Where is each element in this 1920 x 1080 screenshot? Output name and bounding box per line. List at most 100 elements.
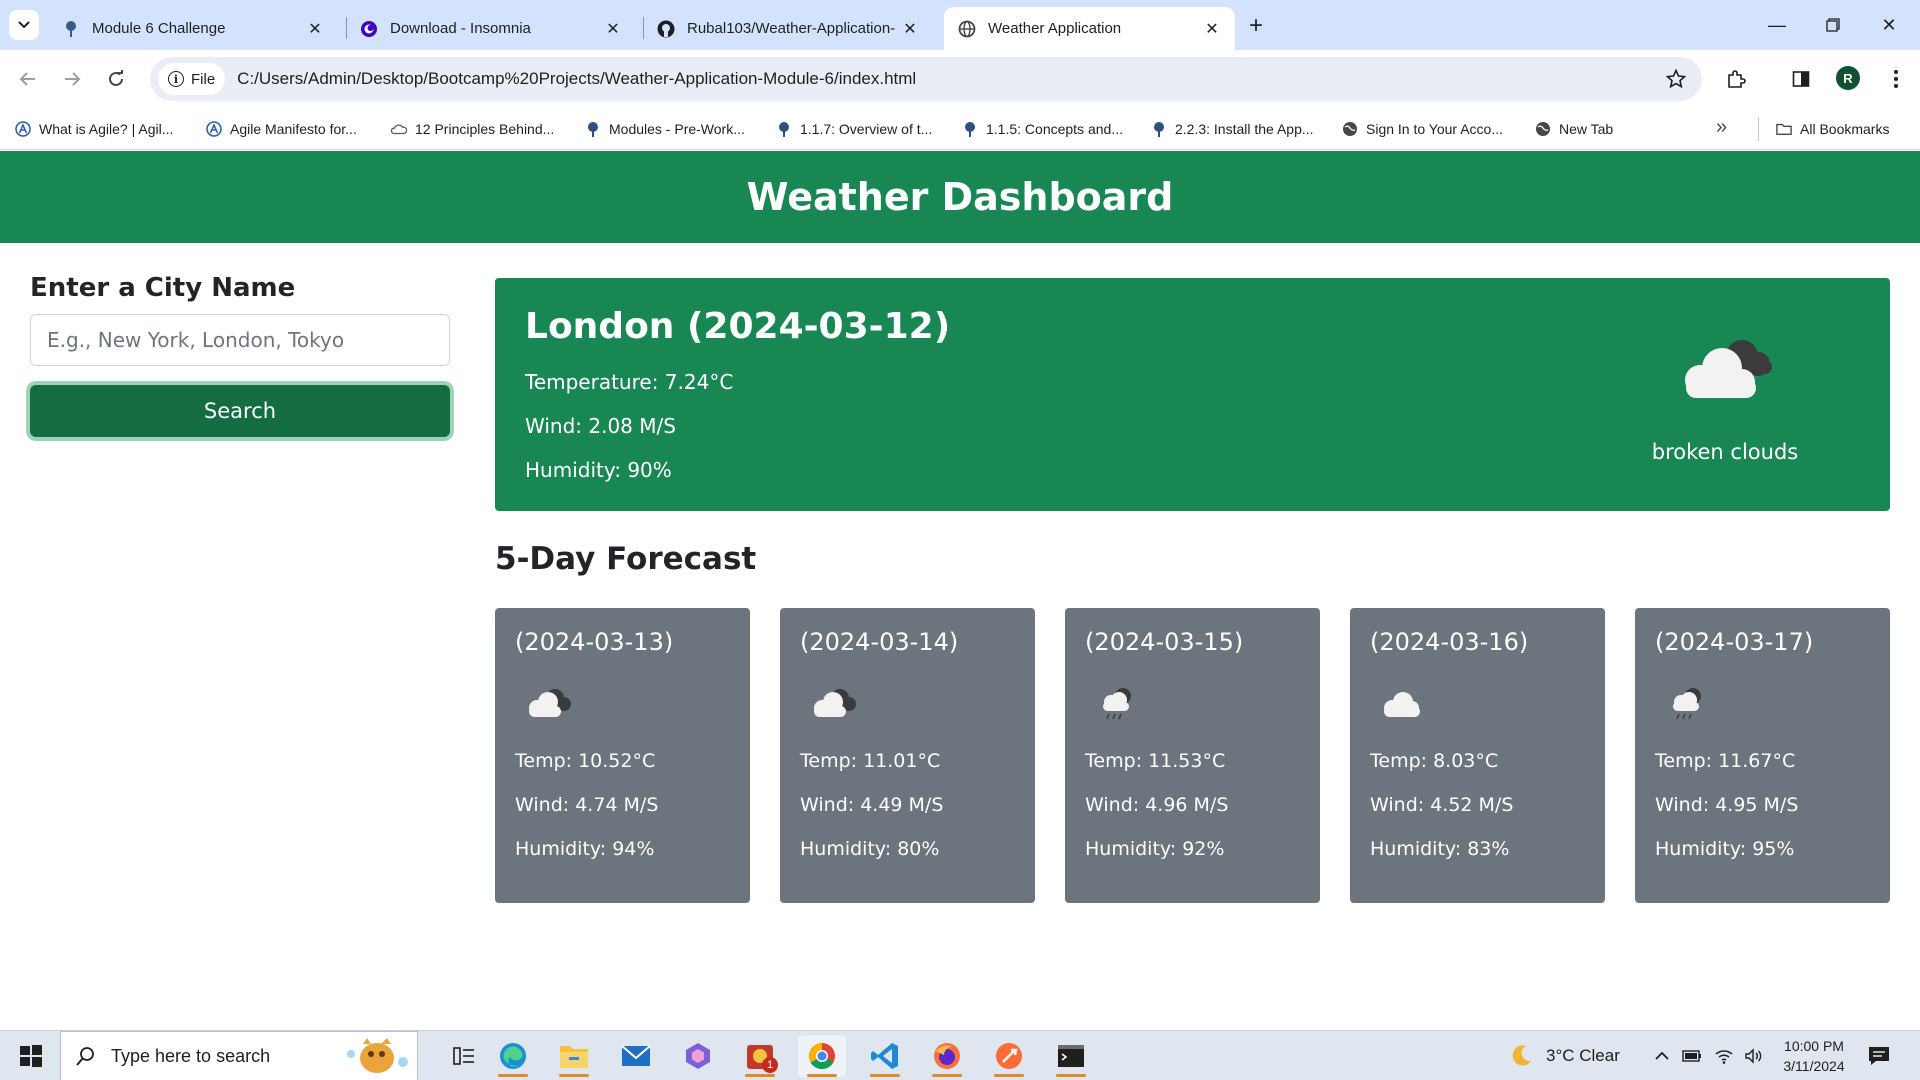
bookmark-item[interactable]: Modules - Pre-Work... (585, 117, 745, 141)
current-temperature: Temperature: 7.24°C (525, 370, 734, 394)
notifications-button[interactable] (1868, 1031, 1890, 1080)
reload-icon (109, 70, 123, 86)
side-panel-button[interactable] (1785, 63, 1817, 95)
taskbar-app-vscode[interactable] (861, 1035, 909, 1077)
minimize-icon: — (1768, 14, 1786, 35)
battery-indicator[interactable] (1682, 1031, 1702, 1080)
forecast-card: (2024-03-14) Temp: 11.01°C Wind: 4.49 M/… (780, 608, 1035, 903)
close-icon[interactable]: ✕ (901, 20, 919, 38)
all-bookmarks-button[interactable]: All Bookmarks (1776, 117, 1889, 141)
chevron-up-icon (1655, 1051, 1669, 1060)
taskbar-app-store[interactable]: 1 (736, 1035, 784, 1077)
network-indicator[interactable] (1714, 1031, 1734, 1080)
edge-icon (500, 1043, 526, 1069)
forecast-temp: Temp: 11.53°C (1085, 750, 1226, 772)
tab-weather-application[interactable]: Weather Application ✕ (944, 7, 1235, 50)
tab-title: Weather Application (988, 20, 1122, 37)
tab-search-button[interactable] (9, 10, 39, 40)
address-bar[interactable]: i File C:/Users/Admin/Desktop/Bootcamp%2… (150, 57, 1702, 101)
mail-icon (621, 1045, 651, 1066)
taskbar-app-chrome[interactable] (798, 1035, 846, 1077)
bookmark-item[interactable]: Sign In to Your Acco... (1342, 117, 1503, 141)
tab-title: Rubal103/Weather-Application- (687, 20, 896, 37)
forecast-temp: Temp: 11.67°C (1655, 750, 1796, 772)
bookmark-item[interactable]: 1.1.5: Concepts and... (962, 117, 1123, 141)
forecast-card: (2024-03-15) Temp: 11.53°C Wind: 4.96 M/… (1065, 608, 1320, 903)
weather-widget[interactable]: 3°C Clear (1508, 1031, 1620, 1080)
volume-indicator[interactable] (1744, 1031, 1764, 1080)
bookmark-item[interactable]: What is Agile? | Agil... (15, 117, 173, 141)
current-city-heading: London (2024-03-12) (525, 306, 951, 347)
bookmarks-overflow-button[interactable]: » (1716, 116, 1727, 139)
close-icon[interactable]: ✕ (1203, 20, 1221, 38)
clock-date: 3/11/2024 (1783, 1058, 1845, 1074)
bookmark-item[interactable]: 2.2.3: Install the App... (1151, 117, 1314, 141)
taskbar-app-mail[interactable] (612, 1035, 660, 1077)
avatar[interactable]: R (1836, 66, 1860, 90)
bookmark-label: 1.1.7: Overview of t... (800, 121, 933, 137)
start-button[interactable] (10, 1039, 52, 1073)
broken-clouds-icon (1685, 340, 1772, 398)
restore-button[interactable] (1806, 8, 1860, 42)
tree-icon (1151, 121, 1167, 137)
forecast-humidity: Humidity: 94% (515, 838, 655, 860)
url-text[interactable]: C:/Users/Admin/Desktop/Bootcamp%20Projec… (237, 69, 1656, 89)
bookmark-star-button[interactable] (1656, 69, 1696, 89)
taskbar-clock[interactable]: 10:00 PM 3/11/2024 (1772, 1036, 1856, 1076)
bookmark-label: 12 Principles Behind... (415, 121, 555, 137)
close-window-button[interactable]: ✕ (1862, 8, 1916, 42)
globe-icon (1535, 121, 1551, 137)
page-title: Weather Dashboard (746, 175, 1174, 219)
back-button[interactable] (10, 61, 46, 97)
bookmark-label: Agile Manifesto for... (230, 121, 357, 137)
tab-github-repo[interactable]: Rubal103/Weather-Application- ✕ (643, 7, 933, 50)
bookmark-item[interactable]: 1.1.7: Overview of t... (776, 117, 932, 141)
info-icon: i (168, 71, 184, 87)
notification-badge: 1 (762, 1057, 778, 1073)
tab-module-6-challenge[interactable]: Module 6 Challenge ✕ (48, 7, 338, 50)
forward-button[interactable] (54, 61, 90, 97)
forecast-date: (2024-03-14) (800, 628, 959, 656)
city-search-input[interactable] (30, 314, 450, 366)
taskbar-search-box[interactable]: Type here to search (60, 1031, 418, 1080)
task-view-icon (453, 1047, 474, 1065)
close-icon[interactable]: ✕ (306, 20, 324, 38)
notification-icon (1869, 1047, 1889, 1065)
current-weather-card: London (2024-03-12) Temperature: 7.24°C … (495, 278, 1890, 511)
chevron-down-icon (18, 21, 30, 29)
forecast-humidity: Humidity: 92% (1085, 838, 1225, 860)
moon-icon (1512, 1045, 1531, 1066)
forecast-date: (2024-03-17) (1655, 628, 1814, 656)
bookmark-label: 1.1.5: Concepts and... (986, 121, 1123, 137)
site-info-chip[interactable]: i File (158, 63, 226, 95)
browser-menu-button[interactable] (1880, 63, 1912, 95)
taskbar-app-copilot[interactable] (674, 1035, 722, 1077)
search-button[interactable]: Search (30, 385, 450, 437)
forecast-wind: Wind: 4.49 M/S (800, 794, 944, 816)
close-icon[interactable]: ✕ (604, 20, 622, 38)
new-tab-button[interactable]: + (1242, 12, 1270, 40)
taskbar-app-postman[interactable] (985, 1035, 1033, 1077)
url-scheme-label: File (191, 70, 216, 88)
tab-download-insomnia[interactable]: Download - Insomnia ✕ (346, 7, 636, 50)
bookmark-item[interactable]: Agile Manifesto for... (206, 117, 357, 141)
more-vert-icon (1894, 70, 1898, 88)
running-indicator (807, 1074, 837, 1077)
taskbar-search-placeholder: Type here to search (111, 1045, 271, 1066)
taskbar-app-terminal[interactable] (1047, 1035, 1095, 1077)
taskbar: Type here to search 1 3°C Clear 10:00 PM… (0, 1030, 1920, 1080)
minimize-button[interactable]: — (1750, 8, 1804, 42)
close-icon: ✕ (1881, 14, 1897, 35)
taskbar-app-file-explorer[interactable] (550, 1035, 598, 1077)
running-indicator (932, 1074, 962, 1077)
taskbar-app-edge[interactable] (489, 1035, 537, 1077)
bookmark-item[interactable]: 12 Principles Behind... (391, 117, 554, 141)
bookmark-item[interactable]: New Tab (1535, 117, 1613, 141)
reload-button[interactable] (98, 61, 134, 97)
forecast-card: (2024-03-16) Temp: 8.03°C Wind: 4.52 M/S… (1350, 608, 1605, 903)
show-hidden-icons-button[interactable] (1654, 1031, 1670, 1080)
extensions-button[interactable] (1720, 63, 1752, 95)
taskbar-app-firefox[interactable] (923, 1035, 971, 1077)
task-view-button[interactable] (440, 1035, 488, 1077)
arrow-left-icon (19, 72, 35, 86)
